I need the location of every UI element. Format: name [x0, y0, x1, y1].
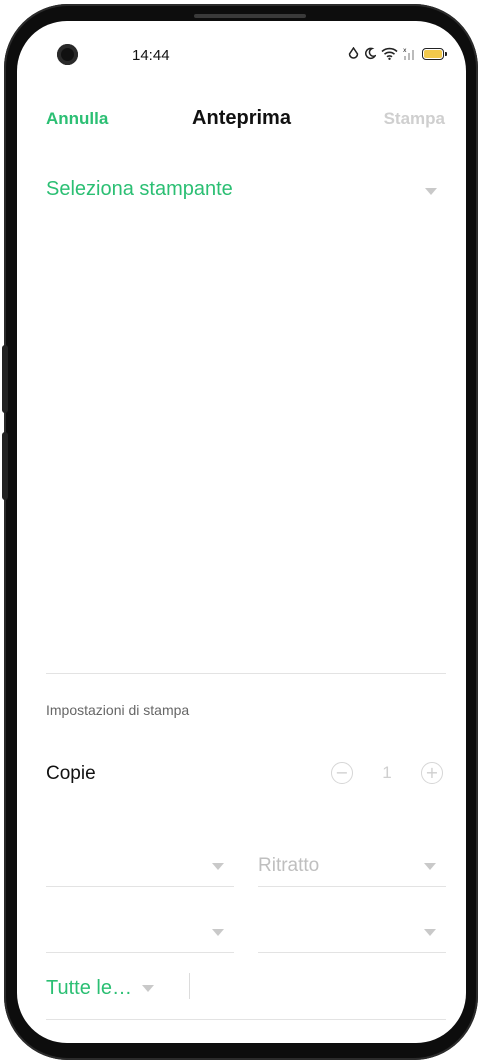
printer-select-label: Seleziona stampante	[46, 178, 233, 200]
copies-value: 1	[382, 763, 392, 782]
status-time: 14:44	[132, 47, 170, 64]
orientation-value: Ritratto	[258, 855, 320, 876]
pages-separator	[189, 973, 190, 999]
chevron-down-icon	[141, 985, 154, 992]
orientation-select[interactable]: Ritratto	[258, 847, 446, 887]
chevron-down-icon	[425, 188, 437, 195]
header: Annulla Anteprima Stampa	[17, 105, 466, 135]
screen: 14:44 x Annulla Anteprima Stampa Selezio…	[17, 21, 466, 1043]
drop-icon	[348, 47, 359, 60]
volume-up-button	[2, 345, 8, 413]
front-camera	[57, 44, 78, 65]
print-button[interactable]: Stampa	[384, 109, 445, 129]
speaker-grill	[194, 14, 306, 18]
moon-icon	[364, 47, 376, 60]
print-settings-title: Impostazioni di stampa	[46, 702, 190, 718]
plus-icon[interactable]: +	[421, 762, 443, 784]
pages-select[interactable]: Tutte le…	[46, 977, 154, 1000]
chevron-down-icon	[212, 929, 224, 936]
minus-icon[interactable]: −	[331, 762, 353, 784]
chevron-down-icon	[424, 929, 436, 936]
paper-size-select[interactable]	[46, 847, 234, 887]
volume-down-button	[2, 432, 8, 500]
chevron-down-icon	[424, 863, 436, 870]
battery-icon	[422, 47, 447, 60]
pages-row: Tutte le…	[46, 971, 446, 1021]
wifi-icon	[381, 47, 398, 60]
chevron-down-icon	[212, 863, 224, 870]
color-mode-select[interactable]	[46, 913, 234, 953]
divider	[46, 673, 446, 674]
status-icons: x	[348, 47, 447, 60]
battery-level	[424, 49, 442, 58]
printer-select[interactable]: Seleziona stampante	[46, 176, 446, 210]
copies-stepper: − 1 +	[331, 762, 443, 784]
duplex-select[interactable]	[258, 913, 446, 953]
signal-icon: x	[403, 47, 417, 60]
divider	[46, 1019, 446, 1020]
svg-text:x: x	[403, 47, 407, 54]
copies-label: Copie	[46, 763, 96, 784]
pages-select-label: Tutte le…	[46, 977, 132, 999]
copies-row: Copie − 1 +	[46, 759, 446, 789]
